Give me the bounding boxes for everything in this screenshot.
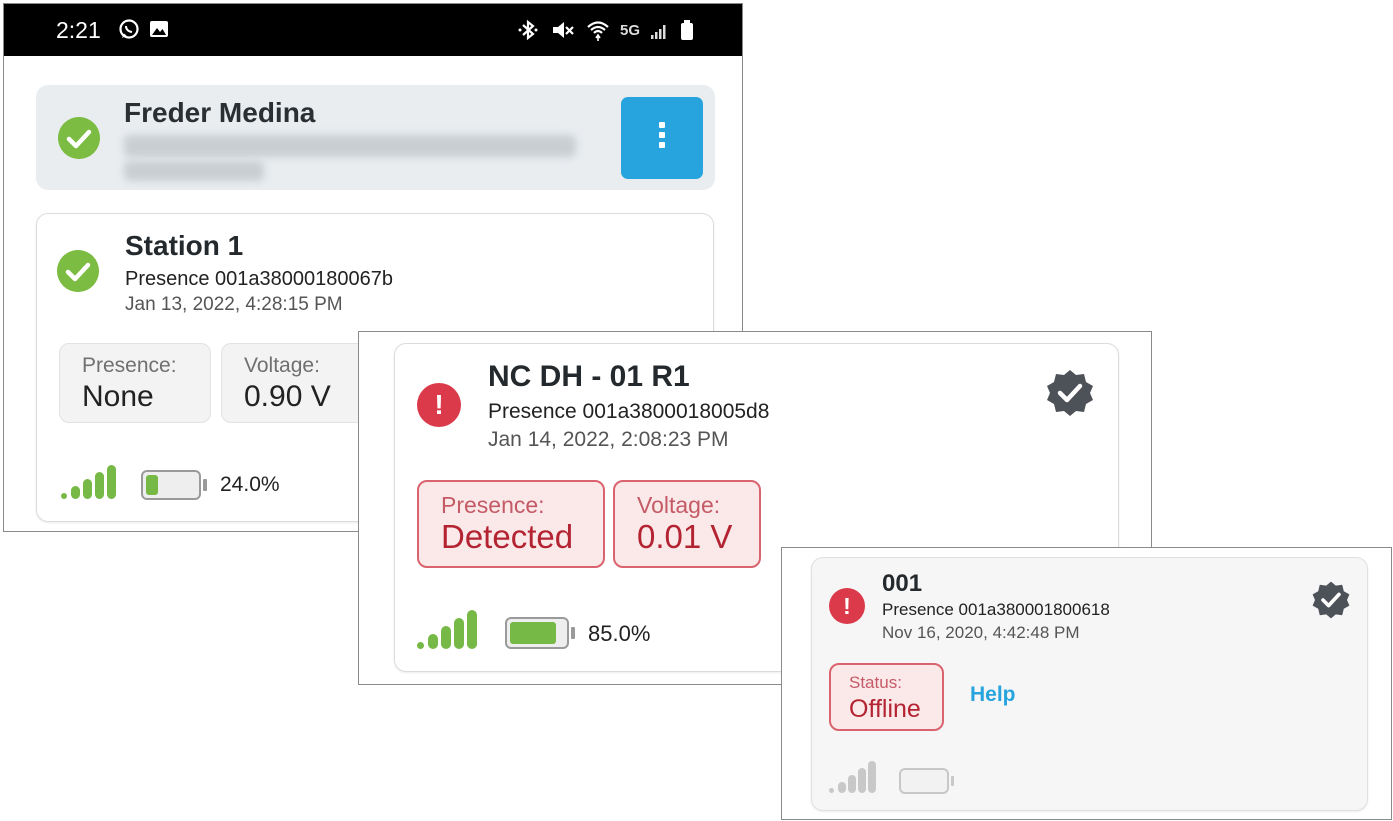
device-title: NC DH - 01 R1 (488, 360, 690, 393)
battery-level (505, 617, 575, 649)
reading-value: None (82, 380, 154, 413)
whatsapp-icon (119, 19, 139, 39)
battery-level (899, 768, 954, 794)
status-value: Offline (849, 695, 921, 723)
cell-signal-icon (651, 25, 666, 39)
check-circle-icon (57, 250, 99, 292)
device-id: Presence 001a380001800618 (882, 600, 1110, 619)
status-badge: Status: Offline (829, 663, 944, 731)
more-vertical-icon (659, 122, 665, 152)
redacted-address (124, 135, 576, 157)
account-header: Freder Medina (36, 85, 715, 190)
reading-label: Voltage: (637, 492, 721, 518)
battery-level (141, 470, 207, 500)
screenshot-panel-001: ! 001 Presence 001a380001800618 Nov 16, … (781, 547, 1392, 820)
alert-circle-icon: ! (417, 383, 461, 427)
help-link[interactable]: Help (970, 683, 1016, 707)
signal-strength-icon (417, 610, 477, 649)
timestamp: Jan 14, 2022, 2:08:23 PM (488, 428, 729, 451)
battery-percent: 24.0% (220, 473, 280, 496)
signal-strength-icon (61, 465, 116, 499)
verified-badge-icon (1047, 370, 1093, 416)
network-type: 5G (619, 21, 640, 39)
wifi-icon (587, 21, 609, 41)
reading-label: Presence: (82, 354, 177, 377)
status-bar: 2:21 5G (4, 4, 742, 56)
reading-voltage: Voltage: 0.01 V (613, 480, 761, 568)
status-label: Status: (849, 673, 902, 692)
mute-icon (552, 22, 574, 38)
device-id: Presence 001a3800018005d8 (488, 400, 770, 423)
reading-value: Detected (441, 518, 574, 555)
device-id: Presence 001a38000180067b (125, 268, 394, 290)
battery-percent: 85.0% (588, 621, 651, 646)
bluetooth-icon (518, 19, 538, 41)
reading-voltage: Voltage: 0.90 V (221, 343, 373, 423)
reading-value: 0.90 V (244, 380, 331, 413)
signal-strength-icon (829, 761, 876, 793)
check-circle-icon (58, 117, 100, 159)
reading-presence: Presence: Detected (417, 480, 605, 568)
reading-label: Presence: (441, 492, 545, 518)
reading-value: 0.01 V (637, 518, 733, 555)
reading-presence: Presence: None (59, 343, 211, 423)
reading-label: Voltage: (244, 354, 320, 377)
device-title: 001 (882, 570, 923, 597)
account-name: Freder Medina (124, 97, 316, 128)
redacted-address-line2 (124, 161, 264, 181)
verified-badge-icon (1312, 581, 1350, 619)
alert-circle-icon: ! (829, 588, 865, 624)
station-title: Station 1 (125, 230, 244, 261)
status-time: 2:21 (56, 17, 101, 43)
timestamp: Jan 13, 2022, 4:28:15 PM (125, 294, 343, 315)
timestamp: Nov 16, 2020, 4:42:48 PM (882, 623, 1080, 642)
image-icon (150, 21, 168, 37)
account-menu-button[interactable] (621, 97, 703, 179)
battery-icon (681, 20, 693, 40)
device-card[interactable]: ! 001 Presence 001a380001800618 Nov 16, … (811, 557, 1368, 811)
